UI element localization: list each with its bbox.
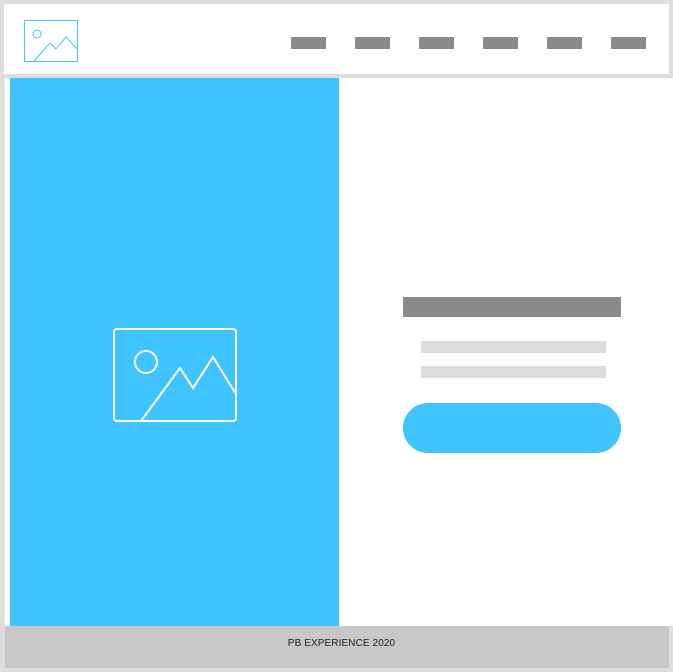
hero-panel: [10, 78, 339, 626]
main-nav: [291, 37, 646, 49]
site-footer: PB EXPERIENCE 2020: [0, 626, 673, 672]
image-placeholder-icon: [24, 20, 78, 62]
nav-item-6[interactable]: [611, 37, 646, 49]
logo[interactable]: [24, 20, 78, 62]
nav-item-2[interactable]: [355, 37, 390, 49]
main-content: [0, 78, 673, 626]
nav-item-1[interactable]: [291, 37, 326, 49]
image-placeholder-icon: [113, 328, 237, 422]
site-header: [0, 0, 673, 78]
nav-item-4[interactable]: [483, 37, 518, 49]
cta-button[interactable]: [403, 403, 621, 453]
text-line-placeholder: [421, 366, 606, 378]
nav-item-5[interactable]: [547, 37, 582, 49]
page-frame: PB EXPERIENCE 2020: [0, 0, 673, 672]
text-line-placeholder: [421, 341, 606, 353]
nav-item-3[interactable]: [419, 37, 454, 49]
content-panel: [339, 78, 673, 626]
footer-text: PB EXPERIENCE 2020: [287, 638, 396, 649]
headline-placeholder: [403, 297, 621, 317]
